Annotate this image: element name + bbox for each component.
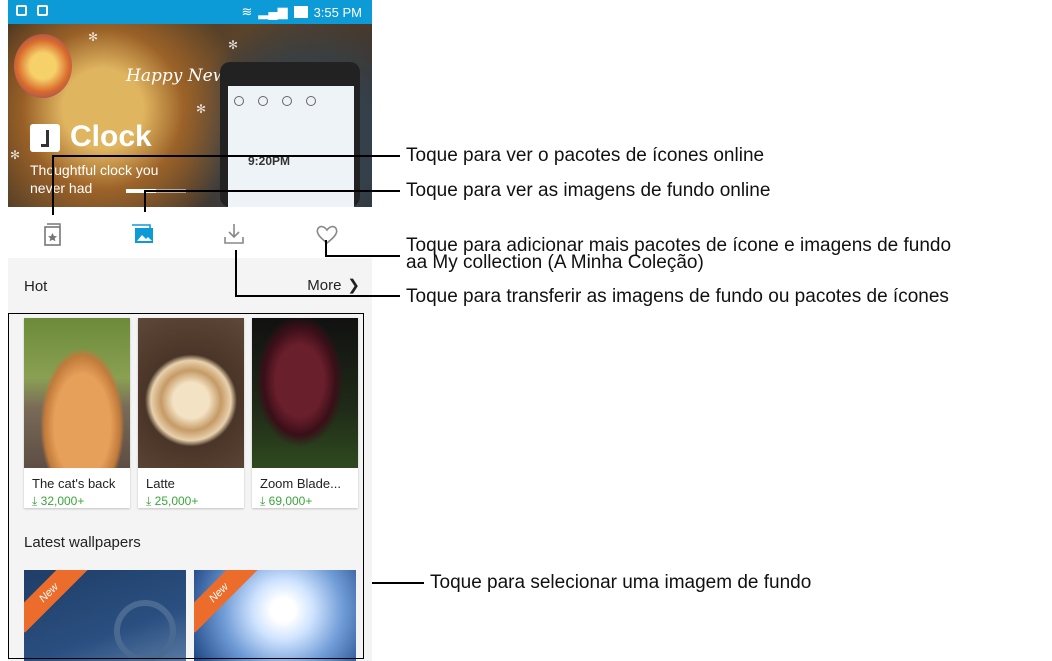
new-badge: New xyxy=(24,570,89,633)
wallpaper-name: Latte xyxy=(146,476,175,491)
download-count-value: 32,000+ xyxy=(40,494,85,508)
wallpaper-grid: The cat's back ⤓ 32,000+ Latte ⤓ 25,000+… xyxy=(8,314,372,661)
more-label: More xyxy=(307,276,342,294)
wallpaper-card[interactable]: The cat's back ⤓ 32,000+ xyxy=(24,318,130,508)
latest-wallpaper-tile[interactable]: New xyxy=(194,570,356,661)
callout-themes: Toque para ver o pacotes de ícones onlin… xyxy=(406,145,765,166)
heart-icon xyxy=(316,225,338,245)
timer-icon xyxy=(306,96,316,106)
wallpaper-icon xyxy=(132,224,153,243)
download-small-icon: ⤓ xyxy=(32,494,41,508)
phone-screen: ≋ ▂▄▆ 3:55 PM ✻ ✻ ✻ ✻ ✻ ✻ Happy New Year… xyxy=(8,0,372,661)
download-count: ⤓ 69,000+ xyxy=(260,494,312,509)
wallpaper-thumbnail xyxy=(252,318,358,468)
wallpaper-card[interactable]: Latte ⤓ 25,000+ xyxy=(138,318,244,508)
world-clock-icon xyxy=(234,96,244,106)
alarm-icon xyxy=(258,96,268,106)
latest-wallpaper-tile[interactable]: New xyxy=(24,570,186,661)
status-bar: ≋ ▂▄▆ 3:55 PM xyxy=(8,0,372,24)
download-count-value: 25,000+ xyxy=(154,494,199,508)
leader-line-download xyxy=(235,250,237,296)
stopwatch-icon xyxy=(282,96,292,106)
snowflake-icon: ✻ xyxy=(228,38,239,52)
wallpaper-thumbnail xyxy=(138,318,244,468)
clock-app-icon xyxy=(30,124,60,152)
snowflake-icon: ✻ xyxy=(10,148,21,162)
callout-collection-line2: aa My collection (A Minha Coleção) xyxy=(406,252,704,273)
battery-icon xyxy=(293,6,308,18)
leader-line-collection xyxy=(325,240,327,256)
download-count: ⤓ 32,000+ xyxy=(32,494,84,509)
wifi-icon: ≋ xyxy=(241,4,253,19)
leader-line-themes xyxy=(52,155,54,215)
new-badge: New xyxy=(194,570,259,633)
leader-line-themes xyxy=(52,155,400,157)
callout-download: Toque para transferir as imagens de fund… xyxy=(406,286,949,307)
tab-bar xyxy=(8,207,372,259)
wallpaper-card[interactable]: Zoom Blade... ⤓ 69,000+ xyxy=(252,318,358,508)
callout-wallpapers: Toque para ver as imagens de fundo onlin… xyxy=(406,180,771,201)
status-time: 3:55 PM xyxy=(313,4,362,20)
leader-line-download xyxy=(235,295,400,297)
wallpaper-shape xyxy=(114,600,176,661)
more-button[interactable]: More ❯ xyxy=(307,276,360,295)
callout-collection: Toque para adicionar mais pacotes de íco… xyxy=(406,236,951,273)
tab-wallpapers[interactable] xyxy=(131,221,161,247)
notification-icon xyxy=(16,5,27,16)
tab-collection[interactable] xyxy=(314,221,344,247)
themes-icon xyxy=(44,223,61,246)
chevron-right-icon: ❯ xyxy=(347,277,360,294)
callout-select: Toque para selecionar uma imagem de fund… xyxy=(430,572,812,593)
download-small-icon: ⤓ xyxy=(260,494,269,508)
new-year-badge xyxy=(14,34,72,98)
hot-section-header: Hot More ❯ xyxy=(8,258,372,314)
download-count: ⤓ 25,000+ xyxy=(146,494,198,509)
featured-banner[interactable]: ✻ ✻ ✻ ✻ ✻ ✻ Happy New Year 9:20PM Clock … xyxy=(8,24,372,207)
image-notification-icon xyxy=(37,5,48,16)
tab-downloads[interactable] xyxy=(221,221,251,247)
banner-app-name: Clock xyxy=(70,120,152,153)
wallpaper-thumbnail xyxy=(24,318,130,468)
clock-mode-icons xyxy=(234,96,316,106)
snowflake-icon: ✻ xyxy=(196,102,207,116)
snowflake-icon: ✻ xyxy=(88,30,99,44)
leader-line-wallpapers xyxy=(144,190,146,212)
download-count-value: 69,000+ xyxy=(268,494,313,508)
download-icon xyxy=(224,224,244,244)
wallpaper-name: The cat's back xyxy=(32,476,116,491)
hot-label: Hot xyxy=(24,278,48,295)
leader-line-wallpapers xyxy=(144,190,400,192)
signal-icon: ▂▄▆ xyxy=(258,4,288,19)
tab-themes[interactable] xyxy=(40,221,70,247)
leader-line-select xyxy=(372,582,424,584)
download-small-icon: ⤓ xyxy=(146,494,155,508)
wallpaper-name: Zoom Blade... xyxy=(260,476,341,491)
leader-line-collection xyxy=(325,255,400,257)
latest-wallpapers-label: Latest wallpapers xyxy=(24,534,141,551)
